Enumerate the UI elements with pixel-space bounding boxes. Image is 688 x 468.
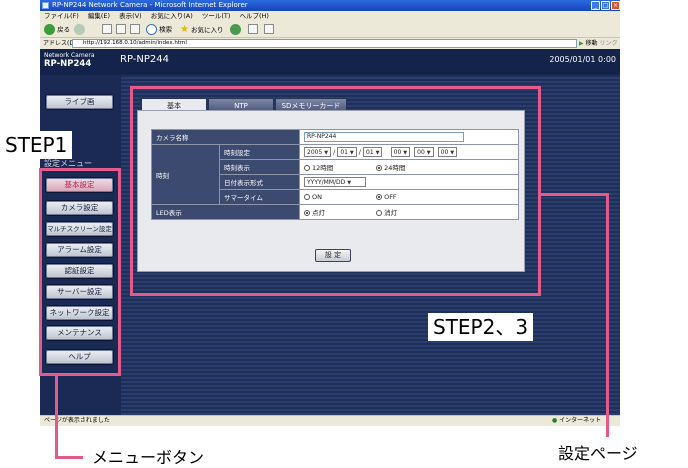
close-icon[interactable]: × — [611, 1, 620, 10]
search-button[interactable]: 検索 — [146, 24, 172, 35]
menu-tools[interactable]: ツール(T) — [202, 12, 231, 20]
search-icon — [146, 24, 157, 35]
history-button[interactable] — [230, 24, 241, 35]
back-button[interactable]: 戻る — [44, 24, 70, 35]
home-button[interactable] — [130, 24, 140, 35]
go-arrow-icon: ▶ — [579, 40, 584, 47]
camera-datetime: 2005/01/01 0:00 — [549, 55, 616, 64]
stop-button[interactable] — [102, 24, 112, 35]
camera-header: Network Camera RP-NP244 RP-NP244 2005/01… — [40, 49, 620, 75]
menu-edit[interactable]: 編集(E) — [88, 12, 110, 20]
menu-buttons-leader-line-horizontal — [55, 456, 83, 459]
print-button[interactable] — [264, 24, 274, 35]
refresh-button[interactable] — [116, 24, 126, 35]
globe-icon: ● — [552, 417, 558, 424]
menu-buttons-leader-line — [55, 375, 58, 458]
browser-statusbar: ページが表示されました ● インターネット — [40, 415, 620, 426]
mail-icon — [248, 24, 258, 34]
star-icon: ★ — [180, 24, 189, 35]
camera-name: RP-NP244 — [120, 54, 169, 65]
go-button[interactable]: ▶ 移動 リンク — [579, 39, 618, 48]
step1-highlight-box — [39, 168, 121, 376]
print-icon — [264, 24, 274, 34]
live-view-button[interactable]: ライブ画 — [45, 94, 114, 110]
menu-view[interactable]: 表示(V) — [119, 12, 142, 20]
address-bar: アドレス(D) http://192.168.0.10/admin/index.… — [40, 38, 620, 49]
menu-buttons-label: メニューボタン — [92, 448, 205, 467]
minimize-icon[interactable]: _ — [591, 1, 600, 10]
zone-indicator: ● インターネット — [552, 417, 602, 424]
forward-button[interactable] — [74, 24, 85, 35]
back-arrow-icon — [44, 24, 55, 35]
step1-callout: STEP1 — [0, 131, 73, 159]
camera-logo-line1: Network Camera — [44, 52, 95, 59]
ie-icon — [42, 2, 49, 9]
menu-help[interactable]: ヘルプ(H) — [240, 12, 269, 20]
step23-highlight-box — [130, 86, 541, 296]
refresh-icon — [116, 24, 126, 34]
browser-menubar: ファイル(F) 編集(E) 表示(V) お気に入り(A) ツール(T) ヘルプ(… — [40, 11, 620, 21]
step23-callout: STEP2、3 — [428, 313, 534, 341]
window-title: RP-NP244 Network Camera - Microsoft Inte… — [52, 1, 248, 9]
history-icon — [230, 24, 241, 35]
maximize-icon[interactable]: □ — [601, 1, 610, 10]
favorites-button[interactable]: ★ お気に入り — [180, 24, 224, 35]
address-input[interactable]: http://192.168.0.10/admin/index.html — [72, 39, 577, 48]
forward-arrow-icon — [74, 24, 85, 35]
settings-page-label: 設定ページ — [558, 444, 638, 463]
menu-favorites[interactable]: お気に入り(A) — [151, 12, 193, 20]
settings-page-leader-line — [606, 193, 609, 437]
menu-file[interactable]: ファイル(F) — [44, 12, 79, 20]
camera-logo-line2: RP-NP244 — [44, 59, 92, 69]
mail-button[interactable] — [248, 24, 258, 35]
status-text: ページが表示されました — [44, 417, 110, 424]
home-icon — [130, 24, 140, 34]
stop-icon — [102, 24, 112, 34]
links-label[interactable]: リンク — [599, 40, 617, 47]
window-titlebar: RP-NP244 Network Camera - Microsoft Inte… — [40, 0, 620, 11]
browser-toolbar: 戻る 検索 ★ お気に入り — [40, 21, 620, 38]
settings-page-leader-line-horizontal — [541, 193, 609, 196]
